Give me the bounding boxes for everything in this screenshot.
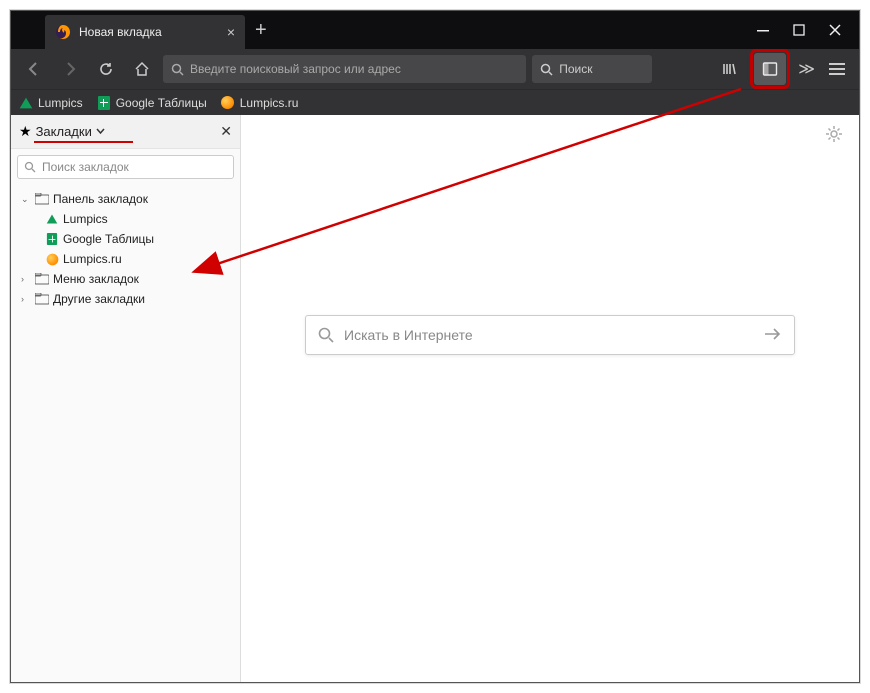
sidebar-title-dropdown[interactable]: Закладки: [36, 124, 105, 139]
sidebar-header: ★ Закладки ✕: [11, 115, 240, 149]
orange-icon: [221, 96, 235, 110]
folder-icon: [35, 273, 49, 285]
bookmarks-toolbar: Lumpics Google Таблицы Lumpics.ru: [11, 89, 859, 115]
sidebar-close-button[interactable]: ✕: [220, 123, 232, 140]
sheets-icon: [45, 232, 59, 246]
search-placeholder: Поиск: [559, 62, 592, 76]
newtab-search-input[interactable]: Искать в Интернете: [305, 315, 795, 355]
library-button[interactable]: [714, 54, 744, 84]
bookmark-label: Lumpics: [38, 96, 83, 110]
sidebar-search-input[interactable]: Поиск закладок: [17, 155, 234, 179]
tab-active[interactable]: Новая вкладка ×: [45, 15, 245, 49]
chevron-down-icon: [96, 127, 105, 136]
tree-item-label: Google Таблицы: [63, 232, 154, 246]
content-area: ★ Закладки ✕ Поиск закладок ⌄: [11, 115, 859, 682]
search-icon: [171, 63, 184, 76]
drive-icon: [45, 212, 59, 226]
bookmark-item[interactable]: Lumpics.ru: [221, 96, 299, 110]
reload-button[interactable]: [91, 54, 121, 84]
url-bar[interactable]: Введите поисковый запрос или адрес: [163, 55, 526, 83]
search-icon: [318, 327, 334, 343]
folder-label: Меню закладок: [53, 272, 139, 286]
newtab-search-placeholder: Искать в Интернете: [344, 327, 473, 343]
annotation-highlight: [750, 49, 790, 89]
tab-close-icon[interactable]: ×: [227, 24, 235, 40]
sheets-icon: [97, 96, 111, 110]
orange-icon: [45, 252, 59, 266]
bookmarks-tree: ⌄ Панель закладок Lumpics Google Таблицы: [11, 185, 240, 313]
star-icon: ★: [19, 123, 32, 140]
close-button[interactable]: [829, 24, 841, 36]
newtab-page: Искать в Интернете: [241, 115, 859, 682]
titlebar: Новая вкладка × +: [11, 11, 859, 49]
bookmark-label: Google Таблицы: [116, 96, 207, 110]
tab-title: Новая вкладка: [79, 25, 219, 39]
back-button[interactable]: [19, 54, 49, 84]
arrow-right-icon: [764, 327, 782, 344]
tree-folder-other[interactable]: › Другие закладки: [17, 289, 234, 309]
folder-label: Другие закладки: [53, 292, 145, 306]
sidebar-toggle-button[interactable]: [754, 53, 786, 85]
browser-window: Новая вкладка × + Введите поисковый запр…: [10, 10, 860, 683]
gear-icon[interactable]: [825, 125, 843, 148]
home-button[interactable]: [127, 54, 157, 84]
minimize-button[interactable]: [757, 24, 769, 36]
bookmark-item[interactable]: Google Таблицы: [97, 96, 207, 110]
tree-item[interactable]: Lumpics: [17, 209, 234, 229]
sidebar-title: Закладки: [36, 124, 92, 139]
new-tab-button[interactable]: +: [245, 19, 277, 42]
drive-icon: [19, 96, 33, 110]
bookmark-item[interactable]: Lumpics: [19, 96, 83, 110]
maximize-button[interactable]: [793, 24, 805, 36]
folder-label: Панель закладок: [53, 192, 148, 206]
tree-folder-toolbar[interactable]: ⌄ Панель закладок: [17, 189, 234, 209]
window-controls: [757, 11, 859, 49]
menu-button[interactable]: [823, 63, 851, 75]
bookmarks-sidebar: ★ Закладки ✕ Поиск закладок ⌄: [11, 115, 241, 682]
tree-item-label: Lumpics.ru: [63, 252, 122, 266]
url-placeholder: Введите поисковый запрос или адрес: [190, 62, 401, 76]
sidebar-icon: [762, 61, 778, 77]
tree-item[interactable]: Google Таблицы: [17, 229, 234, 249]
forward-button[interactable]: [55, 54, 85, 84]
tree-folder-menu[interactable]: › Меню закладок: [17, 269, 234, 289]
folder-icon: [35, 293, 49, 305]
nav-toolbar: Введите поисковый запрос или адрес Поиск…: [11, 49, 859, 89]
bookmark-label: Lumpics.ru: [240, 96, 299, 110]
tree-item[interactable]: Lumpics.ru: [17, 249, 234, 269]
search-icon: [24, 161, 36, 173]
twisty-open-icon: ⌄: [21, 194, 31, 205]
twisty-closed-icon: ›: [21, 294, 31, 304]
folder-icon: [35, 193, 49, 205]
overflow-button[interactable]: ≫: [796, 59, 817, 79]
firefox-icon: [55, 24, 71, 40]
search-bar[interactable]: Поиск: [532, 55, 652, 83]
search-icon: [540, 63, 553, 76]
twisty-closed-icon: ›: [21, 274, 31, 284]
sidebar-search-placeholder: Поиск закладок: [42, 160, 129, 174]
tree-item-label: Lumpics: [63, 212, 108, 226]
